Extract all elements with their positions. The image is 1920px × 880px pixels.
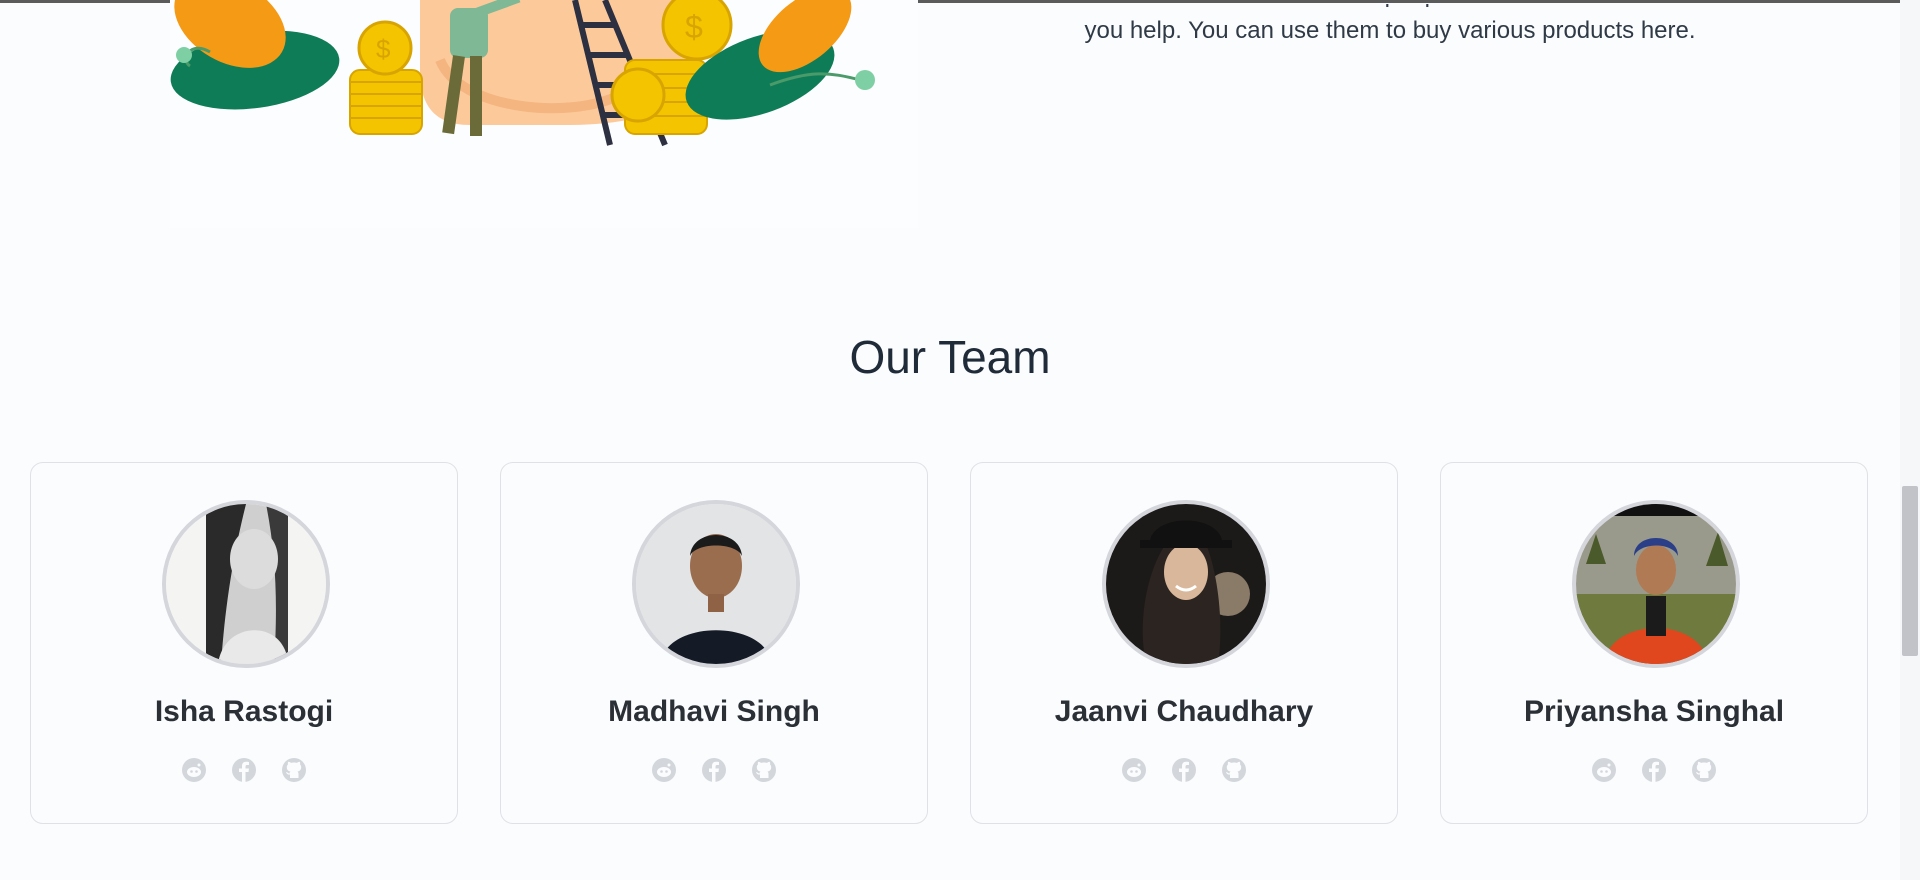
member-name: Isha Rastogi (154, 695, 334, 728)
member-name: Jaanvi Chaudhary (1054, 695, 1314, 728)
member-social-links (31, 757, 457, 783)
member-social-links (1441, 757, 1867, 783)
team-card: Isha Rastogi (30, 462, 458, 824)
member-avatar (632, 500, 800, 668)
about-text-line: you help. You can use them to buy variou… (1084, 17, 1696, 44)
member-photo (1576, 504, 1736, 664)
team-card: Madhavi Singh (500, 462, 928, 824)
member-photo (166, 504, 326, 664)
about-illustration: $ $ (170, 0, 918, 228)
team-card: Priyansha Singhal (1440, 462, 1868, 824)
member-photo (636, 504, 796, 664)
github-icon[interactable] (281, 757, 307, 783)
facebook-icon[interactable] (1641, 757, 1667, 783)
member-name: Priyansha Singhal (1523, 695, 1785, 728)
about-text-partial-line: points for each contribution you make an… (1050, 4, 1730, 12)
about-description: points for each contribution you make an… (1050, 4, 1730, 50)
github-icon[interactable] (1691, 757, 1717, 783)
svg-text:$: $ (376, 34, 391, 64)
github-icon[interactable] (1221, 757, 1247, 783)
reddit-icon[interactable] (181, 757, 207, 783)
reddit-icon[interactable] (1121, 757, 1147, 783)
facebook-icon[interactable] (701, 757, 727, 783)
reddit-icon[interactable] (651, 757, 677, 783)
member-social-links (501, 757, 927, 783)
member-avatar (1572, 500, 1740, 668)
page-scrollbar[interactable] (1900, 0, 1920, 880)
scrollbar-thumb[interactable] (1902, 486, 1918, 656)
member-avatar (162, 500, 330, 668)
member-name: Madhavi Singh (608, 695, 820, 728)
team-card: Jaanvi Chaudhary (970, 462, 1398, 824)
reddit-icon[interactable] (1591, 757, 1617, 783)
facebook-icon[interactable] (231, 757, 257, 783)
member-social-links (971, 757, 1397, 783)
facebook-icon[interactable] (1171, 757, 1197, 783)
svg-text:$: $ (685, 9, 703, 45)
member-avatar (1102, 500, 1270, 668)
github-icon[interactable] (751, 757, 777, 783)
coins-illustration-graphic: $ $ (170, 0, 875, 147)
team-section-title: Our Team (849, 331, 1051, 383)
member-photo (1106, 504, 1266, 664)
